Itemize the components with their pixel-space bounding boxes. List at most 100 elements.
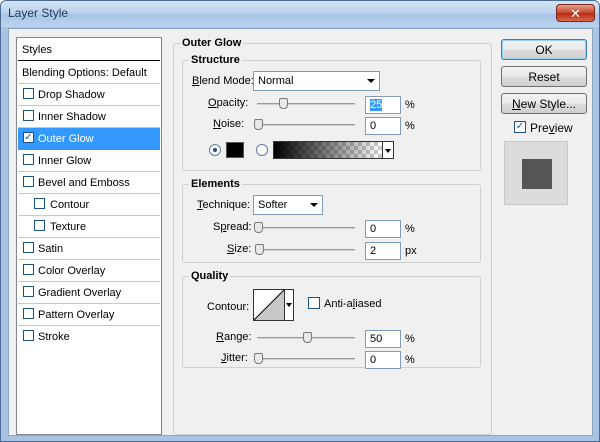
- chevron-down-icon: [367, 79, 375, 83]
- chevron-down-icon: [286, 303, 292, 307]
- size-slider-track[interactable]: [257, 249, 355, 251]
- size-unit: px: [405, 245, 417, 257]
- glow-color-swatch[interactable]: [226, 142, 244, 158]
- style-item-label: Color Overlay: [38, 265, 106, 277]
- bevel-emboss-checkbox[interactable]: [23, 176, 34, 187]
- elements-group: Elements Technique: Softer Spread: 0 % S…: [182, 178, 481, 263]
- blend-mode-select[interactable]: Normal: [253, 71, 380, 91]
- opacity-unit: %: [405, 99, 415, 111]
- spread-slider-track[interactable]: [257, 227, 355, 229]
- gradient-dropdown[interactable]: [382, 141, 394, 159]
- opacity-label: Opacity:: [208, 97, 249, 109]
- stroke-checkbox[interactable]: [23, 330, 34, 341]
- blend-mode-value: Normal: [258, 75, 294, 87]
- opacity-slider-thumb[interactable]: [279, 98, 288, 109]
- style-item-label: Blending Options: Default: [22, 67, 147, 79]
- style-item-label: Gradient Overlay: [38, 287, 122, 299]
- style-item-bevel-emboss[interactable]: Bevel and Emboss: [18, 172, 160, 194]
- chevron-down-icon: [310, 203, 318, 207]
- structure-group: Structure Blend Mode: Normal Opacity: 25…: [182, 54, 481, 171]
- noise-label: Noise:: [213, 118, 245, 130]
- contour-preview[interactable]: [253, 289, 285, 321]
- outer-glow-group: Outer Glow Structure Blend Mode: Normal …: [173, 37, 492, 435]
- style-item-blending-options[interactable]: Blending Options: Default: [18, 62, 160, 84]
- technique-select[interactable]: Softer: [253, 195, 323, 215]
- satin-checkbox[interactable]: [23, 242, 34, 253]
- size-slider-thumb[interactable]: [255, 244, 264, 255]
- close-button[interactable]: ✕: [556, 4, 595, 22]
- inner-glow-checkbox[interactable]: [23, 154, 34, 165]
- style-item-contour[interactable]: Contour: [18, 194, 160, 216]
- style-item-pattern-overlay[interactable]: Pattern Overlay: [18, 304, 160, 326]
- drop-shadow-checkbox[interactable]: [23, 88, 34, 99]
- style-item-color-overlay[interactable]: Color Overlay: [18, 260, 160, 282]
- layer-style-dialog: Layer Style ✕ Styles Blending Options: D…: [0, 0, 600, 442]
- anti-aliased-label: Anti-aliased: [324, 298, 382, 310]
- contour-dropdown[interactable]: [284, 289, 294, 321]
- noise-input[interactable]: 0: [365, 117, 401, 135]
- outer-glow-checkbox[interactable]: ✓: [23, 132, 34, 143]
- opacity-input[interactable]: 25: [365, 96, 401, 114]
- style-item-outer-glow[interactable]: ✓ Outer Glow: [18, 128, 160, 150]
- ok-button[interactable]: OK: [501, 39, 587, 60]
- blend-mode-label: Blend Mode:: [192, 75, 254, 87]
- style-item-stroke[interactable]: Stroke: [18, 326, 160, 348]
- technique-value: Softer: [258, 199, 288, 211]
- style-item-label: Outer Glow: [38, 133, 94, 145]
- window-title: Layer Style: [8, 6, 69, 20]
- spread-unit: %: [405, 223, 415, 235]
- range-label: Range:: [216, 331, 252, 343]
- outer-glow-title: Outer Glow: [180, 37, 244, 49]
- preview-checkbox[interactable]: ✓: [514, 121, 526, 133]
- style-item-label: Satin: [38, 243, 64, 255]
- reset-button[interactable]: Reset: [501, 66, 587, 87]
- preview-square: [522, 159, 552, 189]
- style-item-label: Pattern Overlay: [38, 309, 115, 321]
- texture-checkbox[interactable]: [34, 220, 45, 231]
- range-slider-thumb[interactable]: [303, 332, 312, 343]
- style-item-label: Texture: [50, 221, 87, 233]
- jitter-slider-thumb[interactable]: [254, 353, 263, 364]
- contour-label: Contour:: [207, 301, 250, 313]
- styles-header[interactable]: Styles: [18, 39, 160, 61]
- size-label: Size:: [227, 243, 252, 255]
- jitter-input[interactable]: 0: [365, 351, 401, 369]
- style-item-label: Inner Shadow: [38, 111, 106, 123]
- spread-input[interactable]: 0: [365, 220, 401, 238]
- gradient-overlay-checkbox[interactable]: [23, 286, 34, 297]
- style-item-label: Bevel and Emboss: [38, 177, 130, 189]
- gradient-radio[interactable]: [256, 144, 268, 156]
- inner-shadow-checkbox[interactable]: [23, 110, 34, 121]
- spread-slider-thumb[interactable]: [254, 222, 263, 233]
- style-item-inner-shadow[interactable]: Inner Shadow: [18, 106, 160, 128]
- size-input[interactable]: 2: [365, 242, 401, 260]
- opacity-slider-track[interactable]: [257, 103, 355, 105]
- structure-title: Structure: [189, 54, 242, 66]
- style-item-label: Inner Glow: [38, 155, 92, 167]
- gradient-preview[interactable]: [273, 141, 383, 159]
- jitter-label: Jitter:: [221, 352, 248, 364]
- noise-slider-track[interactable]: [257, 124, 355, 126]
- chevron-down-icon: [385, 149, 391, 153]
- jitter-slider-track[interactable]: [257, 358, 355, 360]
- style-item-satin[interactable]: Satin: [18, 238, 160, 260]
- range-input[interactable]: 50: [365, 330, 401, 348]
- solid-color-radio[interactable]: [209, 144, 221, 156]
- dialog-body: Styles Blending Options: Default Drop Sh…: [8, 28, 593, 436]
- new-style-button[interactable]: New Style...: [501, 93, 587, 114]
- title-bar[interactable]: Layer Style ✕: [1, 1, 599, 27]
- anti-aliased-checkbox[interactable]: [308, 297, 320, 309]
- close-icon: ✕: [570, 6, 581, 21]
- contour-checkbox[interactable]: [34, 198, 45, 209]
- range-unit: %: [405, 333, 415, 345]
- technique-label: Technique:: [197, 199, 251, 211]
- noise-unit: %: [405, 120, 415, 132]
- style-item-inner-glow[interactable]: Inner Glow: [18, 150, 160, 172]
- pattern-overlay-checkbox[interactable]: [23, 308, 34, 319]
- style-item-gradient-overlay[interactable]: Gradient Overlay: [18, 282, 160, 304]
- color-overlay-checkbox[interactable]: [23, 264, 34, 275]
- style-item-drop-shadow[interactable]: Drop Shadow: [18, 84, 160, 106]
- styles-list: Styles Blending Options: Default Drop Sh…: [16, 37, 162, 435]
- noise-slider-thumb[interactable]: [254, 119, 263, 130]
- style-item-texture[interactable]: Texture: [18, 216, 160, 238]
